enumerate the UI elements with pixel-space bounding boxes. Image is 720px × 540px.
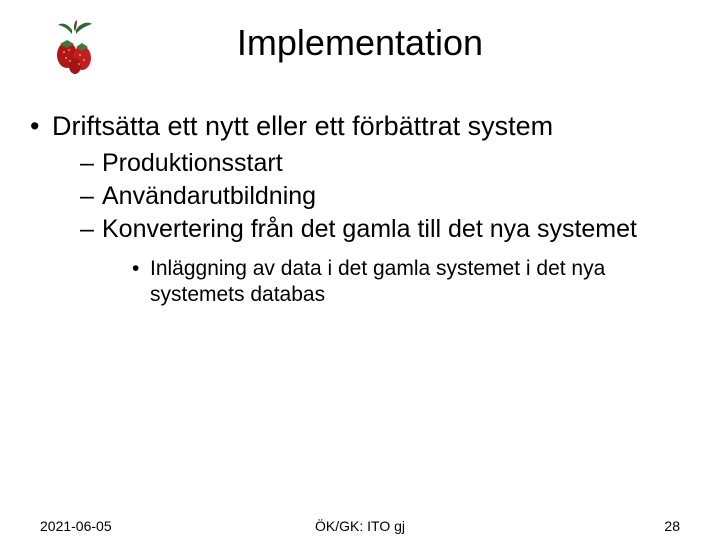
bullet-l1-text: Driftsätta ett nytt eller ett förbättrat… [52,111,553,141]
bullet-l3: Inläggning av data i det gamla systemet … [132,256,690,309]
bullet-l2-text: Konvertering från det gamla till det nya… [102,215,637,243]
bullet-l2: Konvertering från det gamla till det nya… [80,214,690,308]
slide: Implementation Driftsätta ett nytt eller… [0,0,720,540]
bullet-l3-text: Inläggning av data i det gamla systemet … [150,257,605,306]
strawberry-logo-icon [50,20,100,75]
slide-body: Driftsätta ett nytt eller ett förbättrat… [30,110,690,314]
bullet-l2-text: Produktionsstart [102,149,283,177]
bullet-l2: Användarutbildning [80,181,690,212]
bullet-l2: Produktionsstart [80,148,690,179]
slide-title: Implementation [0,0,720,64]
bullet-l2-text: Användarutbildning [102,182,316,210]
bullet-l1: Driftsätta ett nytt eller ett förbättrat… [30,110,690,308]
footer-center: ÖK/GK: ITO gj [0,518,720,534]
footer-page-number: 28 [664,518,680,534]
